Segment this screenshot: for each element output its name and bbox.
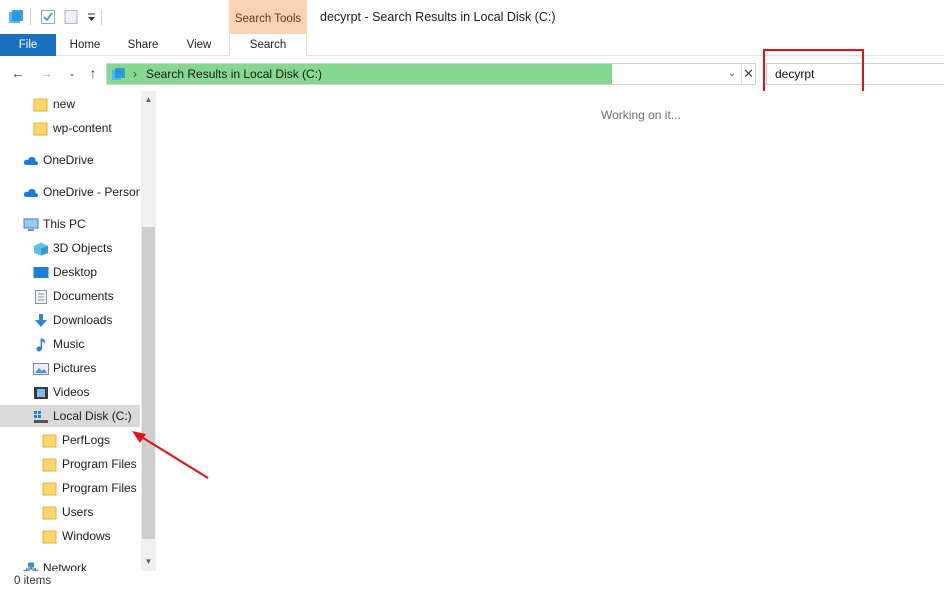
folder-icon xyxy=(42,457,57,472)
picture-icon xyxy=(33,361,49,375)
close-icon[interactable]: ✕ xyxy=(741,64,755,84)
toolbar-divider xyxy=(101,9,102,25)
folder-icon xyxy=(33,97,48,112)
nav-item-label: Program Files ( xyxy=(62,481,140,495)
search-status-text: Working on it... xyxy=(601,108,681,122)
folder-icon xyxy=(33,121,48,136)
nav-item[interactable]: Downloads xyxy=(0,309,140,331)
nav-item-label: This PC xyxy=(43,217,86,231)
desktop-icon xyxy=(33,265,49,279)
toolbar-divider xyxy=(30,9,31,25)
nav-item-label: Videos xyxy=(53,385,90,399)
context-group-label: Search Tools xyxy=(234,13,302,25)
folder-icon xyxy=(42,529,57,544)
nav-item-label: Downloads xyxy=(53,313,113,327)
nav-item-label: OneDrive xyxy=(43,153,94,167)
tab-share[interactable]: Share xyxy=(116,34,170,56)
nav-item-label: 3D Objects xyxy=(53,241,113,255)
nav-item[interactable]: new xyxy=(0,93,140,115)
nav-item[interactable]: Pictures xyxy=(0,357,140,379)
forward-arrow-icon[interactable]: → xyxy=(38,65,54,81)
search-tools-context-group: Search Tools xyxy=(229,0,307,34)
item-count: 0 items xyxy=(14,575,52,587)
tab-search[interactable]: Search xyxy=(229,34,307,56)
title-bar: Search Tools decyrpt - Search Results in… xyxy=(0,0,944,34)
nav-item[interactable]: Program Files ( xyxy=(0,477,140,499)
address-bar[interactable]: › Search Results in Local Disk (C:) ⌄ ✕ xyxy=(106,63,756,85)
scrollbar[interactable]: ▲ ▼ xyxy=(141,91,156,571)
nav-item-label: Windows xyxy=(62,529,111,543)
nav-item[interactable]: wp-content xyxy=(0,117,140,139)
nav-item[interactable]: This PC xyxy=(0,213,140,235)
cloud-icon xyxy=(23,153,39,167)
computer-icon xyxy=(23,217,39,231)
cloud-icon xyxy=(23,185,39,199)
up-arrow-icon[interactable]: ↑ xyxy=(85,65,101,81)
nav-item[interactable]: Users xyxy=(0,501,140,523)
search-results-icon xyxy=(112,68,125,80)
nav-item[interactable]: OneDrive - Person xyxy=(0,181,140,203)
explorer-icon[interactable] xyxy=(8,9,24,25)
nav-item-label: Pictures xyxy=(53,361,97,375)
nav-item-label: Network xyxy=(43,561,88,571)
nav-item-label: OneDrive - Person xyxy=(43,185,140,199)
nav-item[interactable]: Desktop xyxy=(0,261,140,283)
new-folder-icon[interactable] xyxy=(63,9,79,25)
window-title: decyrpt - Search Results in Local Disk (… xyxy=(320,10,556,24)
nav-item-label: Music xyxy=(53,337,85,351)
folder-icon xyxy=(42,505,57,520)
back-arrow-icon[interactable]: ← xyxy=(10,65,26,81)
nav-item[interactable]: Local Disk (C:) xyxy=(0,405,140,427)
nav-item-label: Local Disk (C:) xyxy=(53,409,132,423)
customize-toolbar-dropdown-icon[interactable] xyxy=(84,9,100,25)
nav-item-label: Documents xyxy=(53,289,114,303)
nav-item[interactable]: 3D Objects xyxy=(0,237,140,259)
scroll-down-icon[interactable]: ▼ xyxy=(141,555,156,569)
nav-item[interactable]: Windows xyxy=(0,525,140,547)
network-icon xyxy=(23,561,39,571)
scrollbar-thumb[interactable] xyxy=(142,227,155,539)
folder-icon xyxy=(42,481,57,496)
nav-item-label: Users xyxy=(62,505,94,519)
breadcrumb-item[interactable]: Search Results in Local Disk (C:) xyxy=(146,64,322,84)
status-bar: 0 items xyxy=(0,571,944,591)
document-icon xyxy=(33,289,48,304)
tab-view[interactable]: View xyxy=(172,34,226,56)
breadcrumb-separator-icon: › xyxy=(133,67,137,81)
nav-item[interactable]: Network xyxy=(0,557,140,571)
nav-item-label: new xyxy=(53,97,76,111)
tab-home[interactable]: Home xyxy=(58,34,112,56)
nav-item[interactable]: Program Files xyxy=(0,453,140,475)
file-list[interactable] xyxy=(157,91,944,571)
music-icon xyxy=(33,337,48,352)
nav-item[interactable]: PerfLogs xyxy=(0,429,140,451)
nav-item-label: PerfLogs xyxy=(62,433,111,447)
nav-item[interactable]: OneDrive xyxy=(0,149,140,171)
nav-item-label: Desktop xyxy=(53,265,98,279)
nav-item-label: wp-content xyxy=(53,121,112,135)
nav-item-label: Program Files xyxy=(62,457,137,471)
folder-icon xyxy=(42,433,57,448)
tab-file[interactable]: File xyxy=(0,34,56,56)
navigation-pane: ▲ ▼ new wp-content OneDrive OneDrive - Pers… xyxy=(0,91,156,571)
properties-icon[interactable] xyxy=(40,9,56,25)
download-icon xyxy=(33,313,48,327)
nav-item[interactable]: Music xyxy=(0,333,140,355)
address-dropdown-icon[interactable]: ⌄ xyxy=(725,64,739,84)
nav-item[interactable]: Videos xyxy=(0,381,140,403)
drive-icon xyxy=(33,409,48,423)
scroll-up-icon[interactable]: ▲ xyxy=(141,93,156,107)
recent-locations-chevron-icon[interactable]: ⌄ xyxy=(64,65,80,81)
video-icon xyxy=(33,385,48,399)
nav-item[interactable]: Documents xyxy=(0,285,140,307)
cube-icon xyxy=(33,241,48,256)
